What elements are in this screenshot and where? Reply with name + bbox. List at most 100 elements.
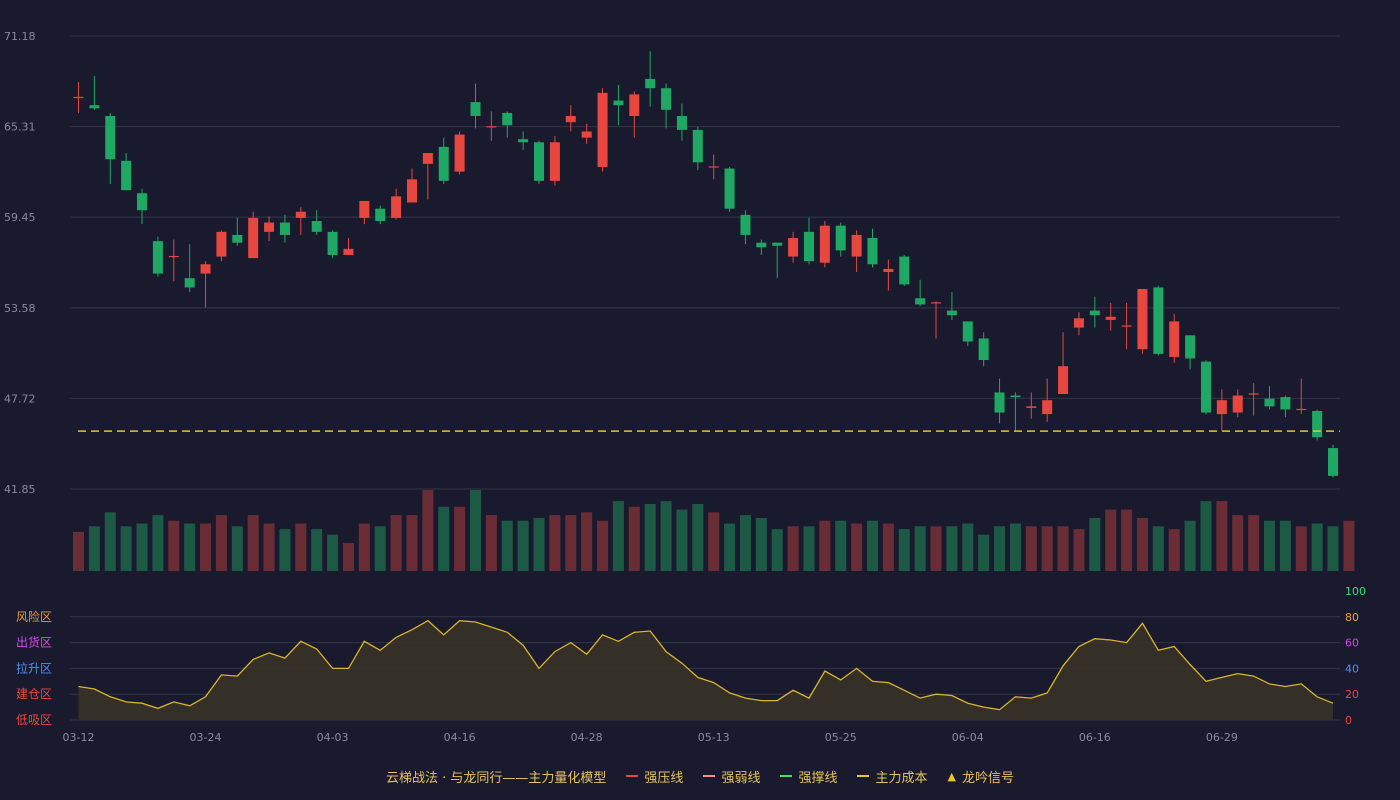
oscillator-tick-label: 20 [1345,688,1359,701]
volume-bar [1343,520,1355,571]
legend-item-strength-line: 强弱线 [703,767,760,786]
volume-bar [1264,520,1275,571]
candle-body [613,100,624,106]
oscillator-tick-label: 0 [1345,714,1352,727]
candle-body [406,179,417,203]
volume-bar [1295,526,1307,571]
volume-bar [978,534,990,571]
volume-bar [438,506,450,571]
candle-body [89,105,100,109]
candle-body [152,241,163,274]
candle-body [915,298,926,305]
candle-body [1169,321,1180,357]
candle-body [502,112,513,126]
candle-body [565,116,576,123]
candle-body [486,126,497,128]
volume-bar [1311,523,1323,571]
x-tick-label: 06-16 [1079,731,1111,744]
zone-label: 拉升区 [16,660,52,675]
candle-body [1042,400,1053,415]
volume-bar [104,512,116,571]
volume-bar [1105,509,1117,571]
volume-bar [422,490,434,571]
candle-body [931,302,942,304]
legend-item-dragon-signal: ▲ 龙吟信号 [947,769,1014,786]
volume-bar [247,515,259,571]
x-tick-label: 05-25 [825,731,857,744]
candle-body [168,255,179,258]
candle-body [740,214,751,235]
candle-body [1073,318,1084,328]
oscillator-area [78,620,1333,720]
legend-item-strong-support: 强撑线 [780,767,837,786]
legend-item-main-cost: 主力成本 [857,767,927,786]
x-tick-label: 03-24 [190,731,222,744]
volume-bar [1327,526,1339,571]
volume-bar [517,520,529,571]
candle-body [883,268,894,272]
volume-bar [1136,517,1148,571]
candle-body [438,146,449,181]
candle-body [73,96,84,99]
volume-bar [1057,526,1069,571]
x-tick-label: 04-03 [317,731,349,744]
candle-body [724,168,735,209]
candle-body [1153,287,1164,354]
candle-body [645,78,656,89]
volume-bar [644,503,656,571]
volume-bar [612,501,624,571]
candle-body [343,248,354,256]
volume-bar [358,523,370,571]
price-tick-label: 53.58 [4,302,36,315]
price-tick-label: 59.45 [4,211,36,224]
volume-bar [374,526,386,571]
volume-bar [1073,529,1085,571]
volume-bar [1184,520,1196,571]
volume-bar [724,523,736,571]
volume-bar [692,503,704,571]
volume-bar [184,523,196,571]
volume-bar [898,529,910,571]
volume-bar [1248,515,1260,571]
volume-bar [1121,509,1133,571]
candle-body [962,321,973,342]
oscillator-tick-label: 80 [1345,611,1359,624]
price-tick-label: 41.85 [4,483,36,496]
candle-body [788,238,799,257]
volume-bar [327,534,339,571]
candle-body [1232,395,1243,413]
volume-bar [136,523,148,571]
volume-bar [470,490,481,571]
volume-bar [168,520,180,571]
candle-body [994,392,1005,413]
triangle-icon: ▲ [947,769,956,783]
volume-bar [882,523,894,571]
x-tick-label: 06-29 [1206,731,1238,744]
volume-bar [962,523,974,571]
candle-body [1105,316,1116,320]
zone-label: 出货区 [16,635,52,650]
volume-bar [771,529,783,571]
volume-bar [1089,517,1101,571]
candle-body [121,160,132,191]
x-tick-label: 04-16 [444,731,476,744]
volume-bar [1152,526,1164,571]
volume-bar [676,509,688,571]
legend-title: 云梯战法 · 与龙同行——主力量化模型 [386,770,607,786]
oscillator-tick-label: 40 [1345,662,1359,675]
volume-bar [1232,515,1244,571]
volume-bar [597,520,609,571]
volume-bar [120,526,132,571]
candle-body [391,196,402,218]
candle-body [756,242,767,248]
price-tick-label: 65.31 [4,121,36,134]
candle-body [676,116,687,130]
volume-bar [755,517,767,571]
price-tick-label: 71.18 [4,30,36,43]
volume-bar [1025,526,1037,571]
volume-bar [739,515,751,571]
volume-bar [930,526,942,571]
candle-body [851,234,862,257]
candle-body [1089,310,1100,316]
volume-bar [803,526,815,571]
